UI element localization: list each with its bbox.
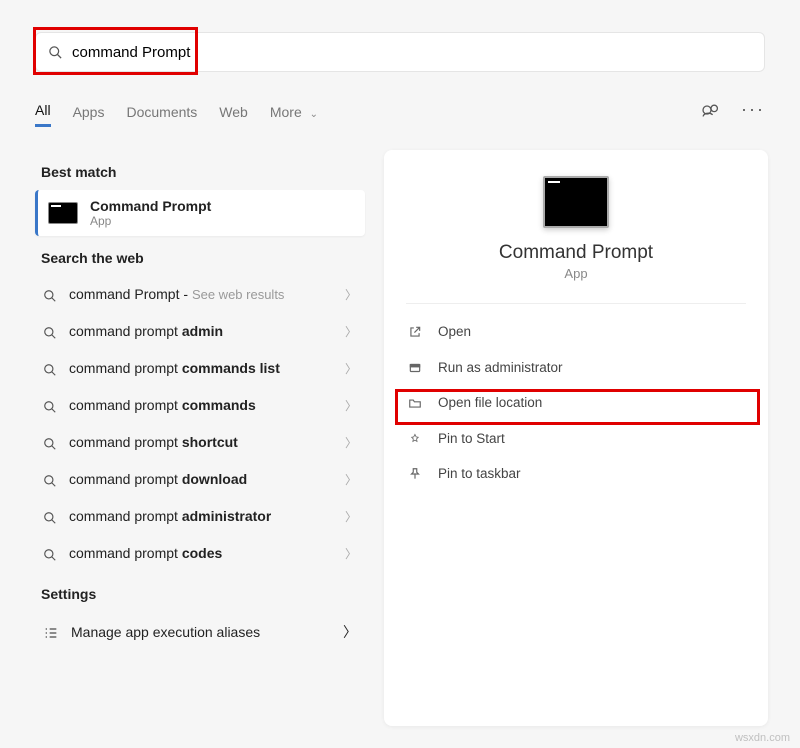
web-result-label: command prompt codes xyxy=(69,545,222,561)
watermark: wsxdn.com xyxy=(735,732,790,744)
web-result-label: command Prompt - See web results xyxy=(69,286,284,302)
chevron-right-icon: 〉 xyxy=(343,622,357,642)
search-bar[interactable] xyxy=(35,32,765,72)
app-icon xyxy=(48,202,78,224)
chevron-right-icon: 〉 xyxy=(345,471,357,488)
web-result-label: command prompt commands xyxy=(69,397,256,413)
action-run-admin[interactable]: Run as administrator xyxy=(398,349,754,384)
folder-icon xyxy=(406,395,424,410)
pin-icon xyxy=(406,430,424,445)
web-result-item[interactable]: command prompt admin 〉 xyxy=(35,313,365,350)
filter-tabs: All Apps Documents Web More ⌄ xyxy=(35,102,318,127)
search-icon xyxy=(43,471,57,487)
chevron-right-icon: 〉 xyxy=(345,545,357,562)
action-pin-start[interactable]: Pin to Start xyxy=(398,420,754,455)
web-result-label: command prompt download xyxy=(69,471,247,487)
search-icon xyxy=(43,434,57,450)
chevron-down-icon: ⌄ xyxy=(310,109,318,120)
feedback-icon[interactable] xyxy=(701,100,721,118)
web-result-label: command prompt commands list xyxy=(69,360,280,376)
tab-apps[interactable]: Apps xyxy=(73,104,105,126)
search-icon xyxy=(43,286,57,302)
action-open-location-label: Open file location xyxy=(438,395,542,410)
search-icon xyxy=(43,323,57,339)
settings-item[interactable]: Manage app execution aliases 〉 xyxy=(35,612,365,652)
action-run-admin-label: Run as administrator xyxy=(438,360,563,375)
search-input[interactable] xyxy=(64,38,754,67)
section-best-match: Best match xyxy=(41,164,359,180)
divider xyxy=(406,303,746,304)
preview-app-icon xyxy=(543,176,609,228)
web-result-item[interactable]: command prompt shortcut 〉 xyxy=(35,424,365,461)
chevron-right-icon: 〉 xyxy=(345,323,357,340)
tab-more[interactable]: More ⌄ xyxy=(270,104,318,126)
preview-title: Command Prompt xyxy=(384,242,768,264)
web-result-item[interactable]: command prompt codes 〉 xyxy=(35,535,365,572)
tab-more-label: More xyxy=(270,104,302,120)
web-result-item[interactable]: command Prompt - See web results 〉 xyxy=(35,276,365,313)
pin-icon xyxy=(406,466,424,481)
search-icon xyxy=(43,545,57,561)
section-web: Search the web xyxy=(41,250,359,266)
shield-icon xyxy=(406,359,424,374)
web-result-label: command prompt shortcut xyxy=(69,434,238,450)
tab-all[interactable]: All xyxy=(35,102,51,127)
action-open-label: Open xyxy=(438,324,471,339)
chevron-right-icon: 〉 xyxy=(345,508,357,525)
action-open-location[interactable]: Open file location xyxy=(398,385,754,420)
web-result-item[interactable]: command prompt administrator 〉 xyxy=(35,498,365,535)
search-icon xyxy=(43,360,57,376)
tab-web[interactable]: Web xyxy=(219,104,248,126)
tab-documents[interactable]: Documents xyxy=(126,104,197,126)
web-result-item[interactable]: command prompt commands 〉 xyxy=(35,387,365,424)
action-open[interactable]: Open xyxy=(398,314,754,349)
best-match-subtitle: App xyxy=(90,214,211,228)
web-result-item[interactable]: command prompt commands list 〉 xyxy=(35,350,365,387)
settings-item-label: Manage app execution aliases xyxy=(71,624,260,640)
section-settings: Settings xyxy=(41,586,359,602)
results-panel: Best match Command Prompt App Search the… xyxy=(35,150,365,652)
web-result-label: command prompt admin xyxy=(69,323,223,339)
chevron-right-icon: 〉 xyxy=(345,360,357,377)
best-match-title: Command Prompt xyxy=(90,198,211,214)
settings-list-icon xyxy=(43,623,59,640)
chevron-right-icon: 〉 xyxy=(345,434,357,451)
chevron-right-icon: 〉 xyxy=(345,286,357,303)
search-icon xyxy=(43,397,57,413)
open-icon xyxy=(406,324,424,339)
action-pin-start-label: Pin to Start xyxy=(438,431,505,446)
preview-subtitle: App xyxy=(384,266,768,281)
more-options-icon[interactable]: ··· xyxy=(741,100,765,118)
search-icon xyxy=(46,44,64,61)
action-pin-taskbar-label: Pin to taskbar xyxy=(438,466,521,481)
action-pin-taskbar[interactable]: Pin to taskbar xyxy=(398,456,754,491)
search-icon xyxy=(43,508,57,524)
web-result-item[interactable]: command prompt download 〉 xyxy=(35,461,365,498)
preview-panel: Command Prompt App Open Run as administr… xyxy=(384,150,768,726)
best-match-item[interactable]: Command Prompt App xyxy=(35,190,365,236)
web-result-label: command prompt administrator xyxy=(69,508,271,524)
chevron-right-icon: 〉 xyxy=(345,397,357,414)
